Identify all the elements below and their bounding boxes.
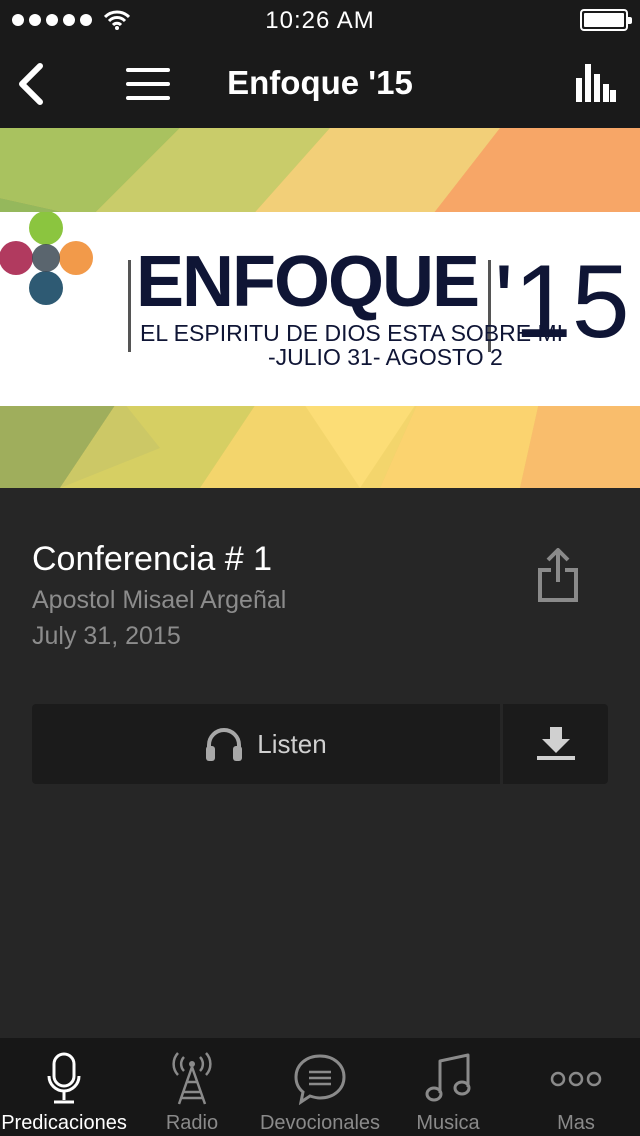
banner-subtitle: EL ESPIRITU DE DIOS ESTA SOBRE MI [140,320,564,346]
tab-label: Mas [557,1112,595,1134]
listen-label: Listen [257,728,327,759]
logo-wordmark: ENFOQUE [136,242,480,322]
tab-bar: Predicaciones Radio Devocionales Musica … [0,1038,640,1136]
battery-icon [580,9,632,31]
listen-button[interactable]: Listen [32,704,500,784]
sermon-date: July 31, 2015 [32,622,181,650]
speech-bubble-icon [294,1054,346,1105]
sermon-speaker: Apostol Misael Argeñal [32,586,287,614]
sermon-artwork: ENFOQUE '15 EL ESPIRITU DE DIOS ESTA SOB… [0,128,640,488]
share-icon[interactable] [536,548,580,604]
download-icon [536,727,575,760]
tab-label: Radio [165,1112,219,1134]
hamburger-menu-icon[interactable] [126,68,170,100]
music-note-icon [425,1053,471,1102]
tab-label: Devocionales [259,1112,381,1134]
radio-tower-icon [172,1052,212,1105]
banner-dates: -JULIO 31- AGOSTO 2 [268,344,503,370]
tab-label: Predicaciones [1,1112,127,1134]
tab-musica[interactable]: Musica [384,1038,512,1136]
enfoque-logo-mark [0,212,93,305]
logo-divider [128,260,131,352]
tab-label: Musica [416,1112,480,1134]
page-title: Enfoque '15 [227,64,413,101]
tab-predicaciones[interactable]: Predicaciones [0,1038,128,1136]
tab-radio[interactable]: Radio [128,1038,256,1136]
equalizer-stats-icon[interactable] [576,64,616,102]
event-banner: ENFOQUE '15 EL ESPIRITU DE DIOS ESTA SOB… [0,212,640,406]
tab-mas[interactable]: Mas [512,1038,640,1136]
sermon-title: Conferencia # 1 [32,540,273,578]
more-dots-icon [550,1071,602,1087]
status-bar: 10:26 AM [0,0,640,40]
microphone-icon [47,1052,81,1104]
status-time: 10:26 AM [265,7,375,34]
back-chevron-icon[interactable] [14,62,50,106]
download-button[interactable] [503,704,608,784]
navigation-bar: Enfoque '15 [0,40,640,128]
tab-devocionales[interactable]: Devocionales [256,1038,384,1136]
headphones-icon [206,728,243,761]
